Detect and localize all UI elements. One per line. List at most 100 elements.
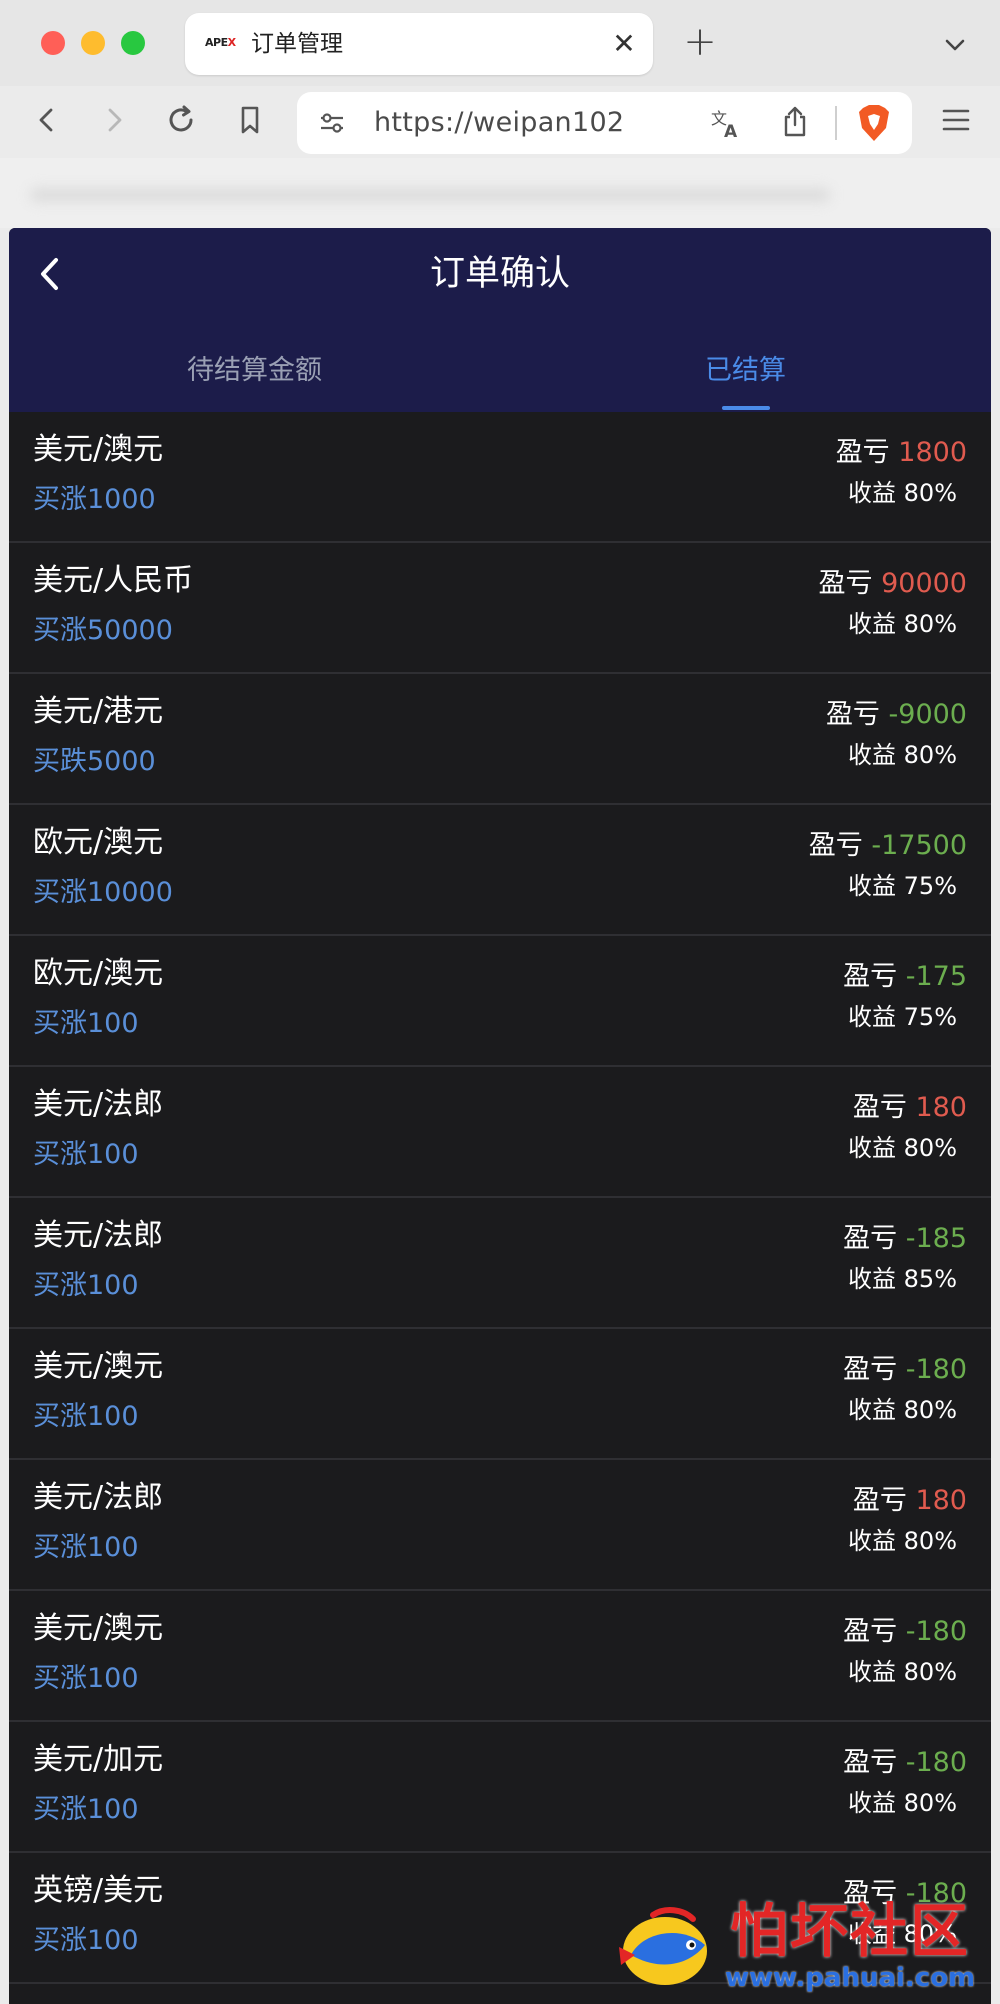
order-row[interactable]: 美元/加元 买涨100 盈亏 -180 收益 80% bbox=[9, 1722, 991, 1853]
order-row[interactable]: 美元/港元买跌5000 盈亏 -9000 收益 80% bbox=[9, 674, 991, 805]
trade-direction-amount: 买跌5000 bbox=[33, 746, 156, 777]
currency-pair: 美元/澳元 bbox=[33, 1611, 164, 1646]
profit-loss: 盈亏 180 bbox=[853, 1482, 967, 1520]
profit-loss: 盈亏 -185 bbox=[843, 1220, 967, 1258]
bookmark-icon[interactable] bbox=[230, 100, 270, 140]
blurred-content-strip bbox=[0, 158, 1000, 228]
yield-rate: 收益 80% bbox=[848, 607, 957, 641]
site-settings-sliders-icon[interactable] bbox=[317, 108, 347, 138]
yield-label: 收益 bbox=[848, 1658, 897, 1686]
yield-rate: 收益 75% bbox=[848, 869, 957, 903]
order-row[interactable]: 美元/澳元 买涨100 盈亏 -180 收益 80% bbox=[9, 1329, 991, 1460]
profit-loss-label: 盈亏 bbox=[852, 1485, 907, 1516]
tab-pending-settlement[interactable]: 待结算金额 bbox=[9, 346, 500, 396]
order-row[interactable]: 欧元/澳元 买涨10000 盈亏 -17500 收益 75% bbox=[9, 805, 991, 936]
currency-pair: 美元/港元 bbox=[33, 694, 164, 729]
yield-value: 80% bbox=[903, 1658, 957, 1686]
yield-label: 收益 bbox=[848, 1527, 897, 1555]
profit-loss: 盈亏 -175 bbox=[843, 958, 967, 996]
profit-loss-value: -17500 bbox=[871, 830, 967, 861]
order-tabs: 待结算金额 已结算 bbox=[9, 346, 991, 412]
yield-rate: 收益 80% bbox=[848, 1393, 957, 1427]
trade-direction-amount: 买涨50000 bbox=[33, 615, 173, 646]
profit-loss-label: 盈亏 bbox=[843, 961, 898, 992]
yield-rate: 收益 80% bbox=[848, 1655, 957, 1689]
yield-label: 收益 bbox=[848, 479, 897, 507]
watermark: 怕坏社区 www.pahuai.com bbox=[605, 1895, 995, 1999]
active-tab-indicator bbox=[722, 406, 770, 410]
yield-value: 80% bbox=[903, 1134, 957, 1162]
trade-direction-amount: 买涨100 bbox=[33, 1139, 139, 1170]
yield-label: 收益 bbox=[848, 741, 897, 769]
yield-rate: 收益 80% bbox=[848, 738, 957, 772]
yield-value: 85% bbox=[903, 1265, 957, 1293]
order-row[interactable]: 美元/法郎 买涨100 盈亏 180 收益 80% bbox=[9, 1067, 991, 1198]
order-row[interactable]: 美元/法郎买涨100 盈亏 180 收益 80% bbox=[9, 1460, 991, 1591]
forward-arrow-icon[interactable] bbox=[94, 100, 134, 140]
address-bar[interactable]: https://weipan102 文 A bbox=[297, 92, 912, 154]
window-zoom-button[interactable] bbox=[121, 31, 145, 55]
browser-toolbar: https://weipan102 文 A bbox=[0, 86, 1000, 158]
profit-loss-value: -185 bbox=[905, 1223, 967, 1254]
reload-icon[interactable] bbox=[161, 100, 201, 140]
profit-loss-value: 180 bbox=[915, 1092, 967, 1123]
url-text: https://weipan102 bbox=[374, 107, 625, 138]
currency-pair: 欧元/澳元 bbox=[33, 956, 164, 991]
profit-loss-value: -9000 bbox=[888, 699, 967, 730]
tab-close-icon[interactable]: ✕ bbox=[609, 29, 639, 59]
yield-rate: 收益 85% bbox=[848, 1262, 957, 1296]
browser-tab-bar: APEX 订单管理 ✕ + bbox=[0, 0, 1000, 86]
profit-loss-label: 盈亏 bbox=[818, 568, 873, 599]
app-header: 订单确认 待结算金额 已结算 bbox=[9, 228, 991, 412]
trade-direction-amount: 买涨100 bbox=[33, 1401, 139, 1432]
order-row[interactable]: 美元/法郎买涨100 盈亏 -185 收益 85% bbox=[9, 1198, 991, 1329]
yield-label: 收益 bbox=[848, 872, 897, 900]
app-viewport: 订单确认 待结算金额 已结算 美元/澳元 买涨1000 盈亏 1800 收益 80% 美… bbox=[9, 228, 991, 2004]
tab-list-chevron-down-icon[interactable] bbox=[940, 30, 970, 60]
yield-rate: 收益 80% bbox=[848, 1786, 957, 1820]
profit-loss: 盈亏 180 bbox=[853, 1089, 967, 1127]
profit-loss: 盈亏 -180 bbox=[843, 1613, 967, 1651]
tab-settled[interactable]: 已结算 bbox=[500, 346, 991, 396]
profit-loss-label: 盈亏 bbox=[843, 1747, 898, 1778]
watermark-fish-logo-icon bbox=[619, 1907, 707, 1985]
back-arrow-icon[interactable] bbox=[27, 100, 67, 140]
brave-shield-icon[interactable] bbox=[855, 102, 893, 144]
order-row[interactable]: 美元/人民币 买涨50000 盈亏 90000 收益 80% bbox=[9, 543, 991, 674]
share-icon[interactable] bbox=[779, 104, 811, 140]
currency-pair: 美元/法郎 bbox=[33, 1480, 164, 1515]
profit-loss-label: 盈亏 bbox=[843, 1354, 898, 1385]
order-row[interactable]: 美元/澳元 买涨100 盈亏 -180 收益 80% bbox=[9, 1591, 991, 1722]
profit-loss: 盈亏 -180 bbox=[843, 1744, 967, 1782]
page-title: 订单确认 bbox=[429, 254, 570, 294]
new-tab-plus-icon[interactable]: + bbox=[683, 22, 717, 62]
svg-text:A: A bbox=[724, 122, 738, 140]
profit-loss: 盈亏 -17500 bbox=[809, 827, 967, 865]
currency-pair: 欧元/澳元 bbox=[33, 825, 164, 860]
watermark-text: 怕坏社区 bbox=[730, 1897, 971, 1965]
yield-rate: 收益 80% bbox=[848, 1131, 957, 1165]
watermark-url: www.pahuai.com bbox=[725, 1963, 976, 1993]
trade-direction-amount: 买涨100 bbox=[33, 1532, 139, 1563]
trade-direction-amount: 买涨100 bbox=[33, 1270, 139, 1301]
window-close-button[interactable] bbox=[41, 31, 65, 55]
currency-pair: 美元/澳元 bbox=[33, 432, 164, 467]
trade-direction-amount: 买涨100 bbox=[33, 1925, 139, 1956]
currency-pair: 美元/法郎 bbox=[33, 1218, 164, 1253]
yield-rate: 收益 80% bbox=[848, 1524, 957, 1558]
translate-icon[interactable]: 文 A bbox=[709, 106, 743, 142]
yield-value: 75% bbox=[903, 1003, 957, 1031]
profit-loss-label: 盈亏 bbox=[843, 1223, 898, 1254]
menu-hamburger-icon[interactable] bbox=[936, 100, 976, 140]
profit-loss-value: 1800 bbox=[898, 437, 967, 468]
browser-tab[interactable]: APEX 订单管理 ✕ bbox=[185, 13, 653, 75]
order-row[interactable]: 美元/澳元 买涨1000 盈亏 1800 收益 80% bbox=[9, 412, 991, 543]
profit-loss-label: 盈亏 bbox=[843, 1616, 898, 1647]
profit-loss-label: 盈亏 bbox=[808, 830, 863, 861]
yield-value: 80% bbox=[903, 741, 957, 769]
window-minimize-button[interactable] bbox=[81, 31, 105, 55]
order-row[interactable]: 欧元/澳元 买涨100 盈亏 -175 收益 75% bbox=[9, 936, 991, 1067]
profit-loss-label: 盈亏 bbox=[825, 699, 880, 730]
currency-pair: 英镑/美元 bbox=[33, 1873, 164, 1908]
currency-pair: 美元/澳元 bbox=[33, 1349, 164, 1384]
